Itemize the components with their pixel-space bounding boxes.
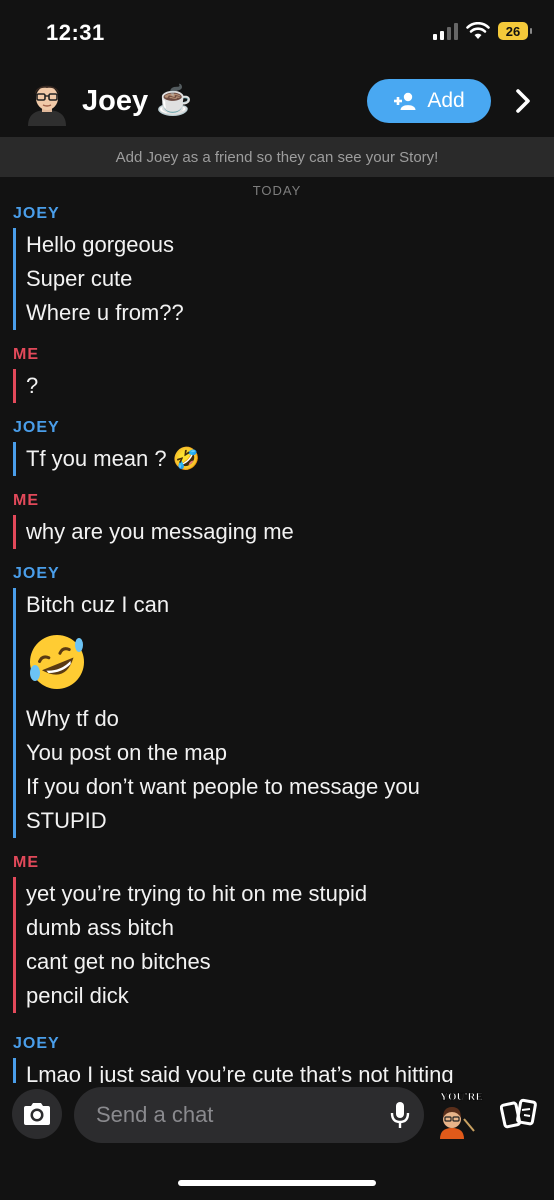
chevron-right-icon[interactable] (510, 86, 536, 116)
cards-icon[interactable] (500, 1097, 540, 1131)
chat-input-placeholder: Send a chat (96, 1102, 214, 1127)
laughing-emoji (29, 635, 84, 689)
message-text[interactable]: yet you’re trying to hit on me stupid (26, 877, 554, 911)
message-group: JOEY Lmao I just said you’re cute that’s… (13, 1033, 554, 1083)
sender-label: JOEY (13, 565, 60, 582)
message-text[interactable]: Lmao I just said you’re cute that’s not … (26, 1058, 554, 1083)
chat-composer: Send a chat YOU'RE (0, 1083, 554, 1147)
message-list: ? (13, 369, 554, 403)
add-button-label: Add (427, 89, 465, 112)
battery-level: 26 (505, 23, 521, 39)
message-list: Bitch cuz I can Why tf do You post on th… (13, 588, 554, 838)
message-text[interactable]: dumb ass bitch (26, 911, 554, 945)
message-text[interactable]: Why tf do (26, 702, 554, 736)
chat-title[interactable]: Joey ☕ (82, 84, 192, 118)
add-friend-icon (394, 92, 416, 110)
add-friend-banner[interactable]: Add Joey as a friend so they can see you… (0, 137, 554, 177)
message-text[interactable]: why are you messaging me (26, 515, 554, 549)
sender-label: ME (13, 346, 39, 363)
message-group: JOEY Bitch cuz I can Why tf do You post … (13, 563, 554, 838)
home-indicator (178, 1180, 376, 1186)
message-text[interactable]: ? (26, 369, 554, 403)
add-friend-button[interactable]: Add (367, 79, 491, 123)
message-list: yet you’re trying to hit on me stupid du… (13, 877, 554, 1013)
message-list: Lmao I just said you’re cute that’s not … (13, 1058, 554, 1083)
message-group: JOEY Hello gorgeous Super cute Where u f… (13, 203, 554, 330)
avatar[interactable] (24, 78, 70, 126)
sender-label: JOEY (13, 205, 60, 222)
chat-input[interactable]: Send a chat (74, 1087, 424, 1143)
message-thread: JOEY Hello gorgeous Super cute Where u f… (0, 203, 554, 1083)
message-text[interactable]: Where u from?? (26, 296, 554, 330)
message-text[interactable]: cant get no bitches (26, 945, 554, 979)
message-group: JOEY Tf you mean ? 🤣 (13, 417, 554, 476)
microphone-icon[interactable] (390, 1101, 410, 1129)
chat-header: Joey ☕ Add (0, 70, 554, 136)
message-text[interactable]: Tf you mean ? 🤣 (26, 442, 554, 476)
message-list: Tf you mean ? 🤣 (13, 442, 554, 476)
sender-label: ME (13, 492, 39, 509)
sender-label: JOEY (13, 419, 60, 436)
message-list: why are you messaging me (13, 515, 554, 549)
message-text[interactable]: pencil dick (26, 979, 554, 1013)
sticker-text: YOU'RE (440, 1091, 483, 1104)
wifi-icon (466, 22, 490, 39)
message-text[interactable]: You post on the map (26, 736, 554, 770)
status-time: 12:31 (46, 20, 105, 45)
date-divider: TODAY (252, 183, 302, 198)
message-text[interactable]: If you don’t want people to message you (26, 770, 554, 804)
sender-label: JOEY (13, 1035, 60, 1052)
sticker[interactable]: YOU'RE (432, 1089, 486, 1139)
message-group: ME why are you messaging me (13, 490, 554, 549)
message-text[interactable]: Hello gorgeous (26, 228, 554, 262)
camera-button[interactable] (12, 1089, 62, 1139)
emoji-message[interactable] (26, 622, 554, 702)
signal-icon (433, 22, 458, 40)
message-group: ME ? (13, 344, 554, 403)
message-group: ME yet you’re trying to hit on me stupid… (13, 852, 554, 1013)
message-text[interactable]: Bitch cuz I can (26, 588, 554, 622)
battery-icon: 26 (498, 22, 532, 40)
sender-label: ME (13, 854, 39, 871)
camera-icon (24, 1103, 50, 1125)
status-bar: 12:31 26 (0, 0, 554, 70)
status-icons: 26 (433, 22, 532, 40)
message-list: Hello gorgeous Super cute Where u from?? (13, 228, 554, 330)
message-text[interactable]: STUPID (26, 804, 554, 838)
message-text[interactable]: Super cute (26, 262, 554, 296)
